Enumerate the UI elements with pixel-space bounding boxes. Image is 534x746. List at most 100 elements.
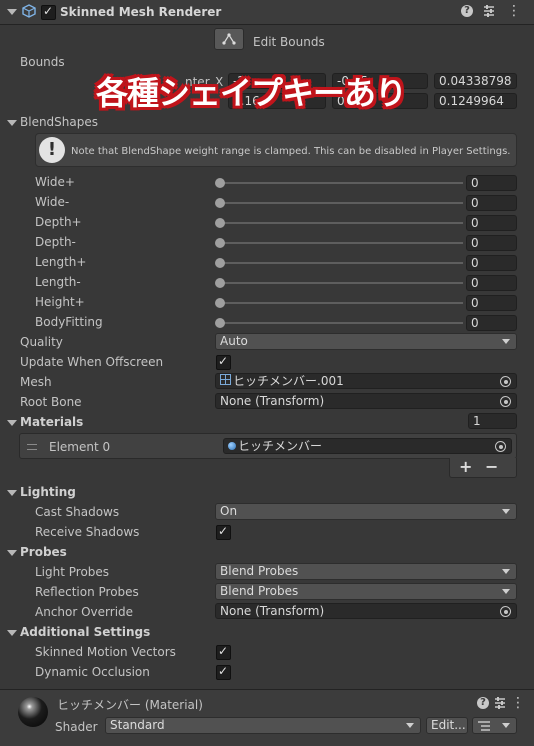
element-0-label: Element 0: [49, 440, 111, 454]
blendshape-slider-knob[interactable]: [215, 278, 225, 288]
mesh-field[interactable]: ヒッチメンバー.001: [215, 373, 517, 389]
list-icon: [478, 721, 490, 731]
skinned-mesh-renderer-icon: [22, 4, 36, 18]
dropdown-arrow-icon: [406, 723, 414, 728]
blendshape-value-field[interactable]: 0: [466, 215, 517, 231]
blendshape-slider-track[interactable]: [220, 262, 463, 264]
blendshape-slider-track[interactable]: [220, 182, 463, 184]
dropdown-arrow-icon: [502, 509, 510, 514]
blendshape-value-field[interactable]: 0: [466, 175, 517, 191]
shader-list-dropdown[interactable]: [472, 717, 517, 734]
quality-label: Quality: [20, 335, 63, 349]
blendshape-value-field[interactable]: 0: [466, 315, 517, 331]
anchor-override-label: Anchor Override: [35, 605, 134, 619]
shader-dropdown[interactable]: Standard: [105, 717, 421, 734]
reflection-probes-dropdown[interactable]: Blend Probes: [215, 583, 517, 600]
blendshape-value-field[interactable]: 0: [466, 255, 517, 271]
drag-handle-icon[interactable]: [27, 444, 37, 450]
preset-icon[interactable]: [482, 3, 496, 19]
anchor-override-value: None (Transform): [220, 604, 325, 618]
shader-edit-button[interactable]: Edit...: [426, 717, 468, 734]
help-icon[interactable]: ?: [461, 5, 473, 17]
root-bone-field[interactable]: None (Transform): [215, 393, 517, 409]
cast-shadows-label: Cast Shadows: [35, 505, 120, 519]
blendshape-label: Length+: [35, 255, 87, 269]
materials-foldout-arrow-icon[interactable]: [7, 420, 17, 426]
blendshape-label: Wide-: [35, 195, 70, 209]
object-picker-icon[interactable]: [500, 606, 511, 617]
dropdown-arrow-icon: [502, 589, 510, 594]
blendshape-slider-track[interactable]: [220, 322, 463, 324]
cast-shadows-dropdown[interactable]: On: [215, 503, 517, 520]
edit-bounds-button[interactable]: [214, 28, 244, 50]
object-picker-icon[interactable]: [495, 441, 506, 452]
component-enabled-toggle[interactable]: ✓: [41, 4, 56, 20]
blendshape-slider-knob[interactable]: [215, 318, 225, 328]
more-icon[interactable]: ⋮: [507, 3, 521, 19]
blendshapes-note: Note that BlendShape weight range is cla…: [71, 146, 511, 157]
add-element-button[interactable]: +: [459, 457, 472, 476]
receive-shadows-label: Receive Shadows: [35, 525, 140, 539]
reflection-probes-label: Reflection Probes: [35, 585, 139, 599]
blendshape-slider-knob[interactable]: [215, 258, 225, 268]
blendshape-slider-knob[interactable]: [215, 218, 225, 228]
dropdown-arrow-icon: [502, 723, 510, 728]
shader-edit-label: Edit...: [431, 718, 466, 732]
quality-dropdown[interactable]: Auto: [215, 333, 517, 350]
materials-count-field[interactable]: 1: [468, 413, 517, 429]
root-bone-label: Root Bone: [20, 395, 82, 409]
blendshape-slider-track[interactable]: [220, 282, 463, 284]
warning-icon: !: [39, 137, 65, 163]
center-z-field[interactable]: 0.04338798: [434, 73, 517, 89]
blendshape-slider-track[interactable]: [220, 202, 463, 204]
light-probes-label: Light Probes: [35, 565, 110, 579]
extent-z-field[interactable]: 0.1249964: [434, 93, 517, 109]
blendshape-value-field[interactable]: 0: [466, 235, 517, 251]
lighting-foldout-arrow-icon[interactable]: [7, 490, 17, 496]
materials-title: Materials: [20, 415, 84, 429]
light-probes-dropdown[interactable]: Blend Probes: [215, 563, 517, 580]
component-title: Skinned Mesh Renderer: [60, 5, 222, 19]
more-icon[interactable]: ⋮: [511, 695, 525, 711]
blendshape-slider-knob[interactable]: [215, 178, 225, 188]
blendshape-slider-knob[interactable]: [215, 198, 225, 208]
element-0-field[interactable]: ヒッチメンバー: [223, 438, 512, 454]
help-icon[interactable]: ?: [477, 697, 489, 709]
reflection-probes-value: Blend Probes: [220, 584, 299, 598]
blendshape-value-field[interactable]: 0: [466, 275, 517, 291]
dropdown-arrow-icon: [502, 339, 510, 344]
additional-foldout-arrow-icon[interactable]: [7, 630, 17, 636]
blendshapes-foldout-arrow-icon[interactable]: [7, 120, 17, 126]
blendshape-label: Height+: [35, 295, 85, 309]
update-offscreen-label: Update When Offscreen: [20, 355, 164, 369]
collapse-arrow-icon[interactable]: [7, 9, 17, 15]
skinned-motion-vectors-checkbox[interactable]: ✓: [216, 644, 231, 660]
dynamic-occlusion-label: Dynamic Occlusion: [35, 665, 150, 679]
blendshape-label: Length-: [35, 275, 81, 289]
blendshape-slider-track[interactable]: [220, 242, 463, 244]
dropdown-arrow-icon: [502, 569, 510, 574]
blendshapes-title: BlendShapes: [20, 115, 98, 129]
additional-settings-title: Additional Settings: [20, 625, 151, 639]
overlay-banner: 各種シェイプキーあり: [96, 74, 407, 112]
blendshape-value-field[interactable]: 0: [466, 295, 517, 311]
dynamic-occlusion-checkbox[interactable]: ✓: [216, 664, 231, 680]
blendshape-slider-track[interactable]: [220, 302, 463, 304]
blendshape-slider-knob[interactable]: [215, 238, 225, 248]
probes-foldout-arrow-icon[interactable]: [7, 550, 17, 556]
update-offscreen-checkbox[interactable]: ✓: [216, 354, 231, 370]
blendshape-value-field[interactable]: 0: [466, 195, 517, 211]
blendshape-label: Depth-: [35, 235, 76, 249]
preset-icon[interactable]: [493, 695, 507, 711]
remove-element-button[interactable]: −: [485, 457, 498, 476]
lighting-title: Lighting: [20, 485, 76, 499]
object-picker-icon[interactable]: [500, 396, 511, 407]
object-picker-icon[interactable]: [500, 376, 511, 387]
light-probes-value: Blend Probes: [220, 564, 299, 578]
edit-bounds-label: Edit Bounds: [253, 35, 325, 49]
blendshape-slider-knob[interactable]: [215, 298, 225, 308]
receive-shadows-checkbox[interactable]: ✓: [216, 524, 231, 540]
anchor-override-field[interactable]: None (Transform): [215, 603, 517, 619]
element-0-value: ヒッチメンバー: [238, 439, 323, 453]
blendshape-slider-track[interactable]: [220, 222, 463, 224]
